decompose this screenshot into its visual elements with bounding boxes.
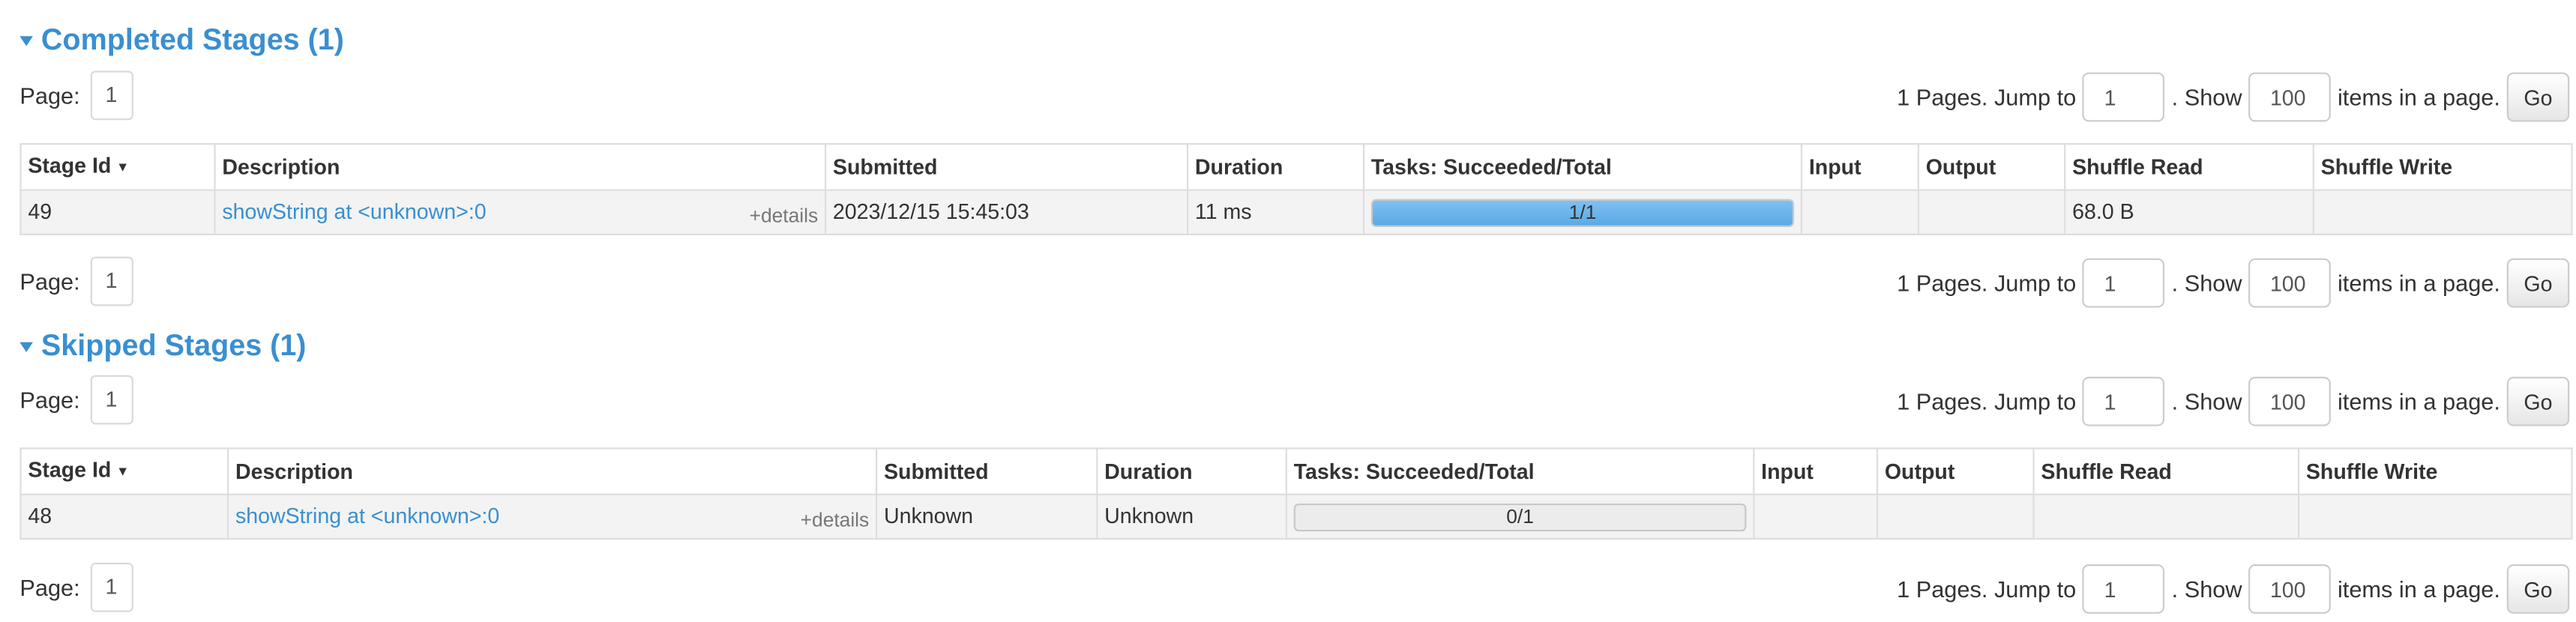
col-submitted[interactable]: Submitted [876,447,1098,495]
stage-id-cell: 49 [19,189,216,235]
stage-id-cell: 48 [19,493,229,540]
details-toggle[interactable]: +details [750,199,819,232]
table-header-row: Stage Id ▼ Description Submitted Duration… [19,447,2573,495]
page-button-1[interactable]: 1 [89,256,133,307]
submitted-cell: 2023/12/15 15:45:03 [824,189,1189,235]
col-tasks: Tasks: Succeeded/Total [1285,447,1755,495]
details-toggle[interactable]: +details [801,504,870,537]
page-size-input[interactable] [2248,564,2332,614]
completed-stages-header[interactable]: Completed Stages (1) [19,19,344,59]
pages-text: 1 Pages. Jump to [1897,576,2077,603]
col-duration[interactable]: Duration [1096,447,1287,495]
col-output[interactable]: Output [1876,447,2035,495]
pages-text: 1 Pages. Jump to [1897,270,2077,297]
pages-text: 1 Pages. Jump to [1897,83,2077,111]
col-stage-id[interactable]: Stage Id ▼ [19,447,229,495]
page-label: Page: [19,268,80,295]
go-button[interactable]: Go [2506,564,2570,614]
page-label: Page: [19,82,80,109]
col-shuffle-write[interactable]: Shuffle Write [2297,447,2573,495]
shuffle-write-cell [2297,493,2573,540]
stage-description-link[interactable]: showString at <unknown>:0 [222,199,486,224]
jump-to-page-input[interactable] [2083,564,2165,614]
pages-text: 1 Pages. Jump to [1897,388,2077,415]
go-button[interactable]: Go [2506,376,2570,426]
col-description[interactable]: Description [214,143,827,191]
col-input[interactable]: Input [1800,143,1919,191]
jump-to-page-input[interactable] [2083,72,2165,122]
go-button[interactable]: Go [2506,258,2570,308]
items-text: items in a page. [2337,83,2500,111]
tasks-cell: 0/1 [1285,493,1755,540]
output-cell [1876,493,2035,540]
skipped-stages-title: Skipped Stages (1) [40,329,307,363]
input-cell [1800,189,1919,235]
page-button-1[interactable]: 1 [89,375,133,425]
submitted-cell: Unknown [876,493,1098,540]
page-size-input[interactable] [2248,376,2332,426]
items-text: items in a page. [2337,388,2500,415]
col-duration[interactable]: Duration [1186,143,1365,191]
stage-description-link[interactable]: showString at <unknown>:0 [235,504,499,528]
page-button-1[interactable]: 1 [89,562,133,612]
caret-down-icon [19,36,33,46]
table-row: 49 showString at <unknown>:0 +details 20… [19,189,2573,235]
col-shuffle-write[interactable]: Shuffle Write [2312,143,2573,191]
items-text: items in a page. [2337,270,2500,297]
completed-stages-table: Stage Id ▼ Description Submitted Duration… [19,143,2573,235]
col-description[interactable]: Description [226,447,878,495]
table-row: 48 showString at <unknown>:0 +details Un… [19,493,2573,540]
completed-stages-title: Completed Stages (1) [40,22,344,56]
page-label: Page: [19,386,80,414]
show-text: . Show [2171,388,2242,415]
page-label: Page: [19,574,80,601]
page-size-input[interactable] [2248,72,2332,122]
col-input[interactable]: Input [1753,447,1879,495]
sort-desc-arrow-icon: ▼ [115,159,130,175]
skipped-stages-table: Stage Id ▼ Description Submitted Duration… [19,447,2573,540]
go-button[interactable]: Go [2506,72,2570,122]
col-shuffle-read[interactable]: Shuffle Read [2064,143,2314,191]
table-header-row: Stage Id ▼ Description Submitted Duration… [19,143,2573,191]
col-shuffle-read[interactable]: Shuffle Read [2032,447,2300,495]
description-cell: showString at <unknown>:0 +details [214,189,827,235]
output-cell [1917,189,2066,235]
input-cell [1753,493,1879,540]
show-text: . Show [2171,576,2242,603]
progress-text: 0/1 [1506,504,1534,528]
items-text: items in a page. [2337,576,2500,603]
tasks-cell: 1/1 [1362,189,1803,235]
show-text: . Show [2171,270,2242,297]
col-tasks: Tasks: Succeeded/Total [1362,143,1803,191]
caret-down-icon [19,342,33,352]
jump-to-page-input[interactable] [2083,258,2165,308]
completed-bottom-pager: Page: 1 1 Pages. Jump to . Show items in… [0,256,2576,309]
skipped-bottom-pager: Page: 1 1 Pages. Jump to . Show items in… [0,562,2576,615]
tasks-progress-bar: 1/1 [1370,198,1795,226]
jump-to-page-input[interactable] [2083,376,2165,426]
progress-text: 1/1 [1568,199,1597,223]
sort-desc-arrow-icon: ▼ [115,464,130,479]
skipped-top-pager: Page: 1 1 Pages. Jump to . Show items in… [0,375,2576,428]
duration-cell: Unknown [1096,493,1287,540]
duration-cell: 11 ms [1186,189,1365,235]
col-stage-id[interactable]: Stage Id ▼ [19,143,216,191]
page-button-1[interactable]: 1 [89,70,133,121]
tasks-progress-bar: 0/1 [1293,502,1747,531]
show-text: . Show [2171,83,2242,111]
description-cell: showString at <unknown>:0 +details [226,493,878,540]
page-size-input[interactable] [2248,258,2332,308]
shuffle-read-cell [2032,493,2300,540]
shuffle-read-cell: 68.0 B [2064,189,2314,235]
shuffle-write-cell [2312,189,2573,235]
completed-top-pager: Page: 1 1 Pages. Jump to . Show items in… [0,70,2576,123]
col-output[interactable]: Output [1917,143,2066,191]
col-submitted[interactable]: Submitted [824,143,1189,191]
skipped-stages-header[interactable]: Skipped Stages (1) [19,326,306,366]
